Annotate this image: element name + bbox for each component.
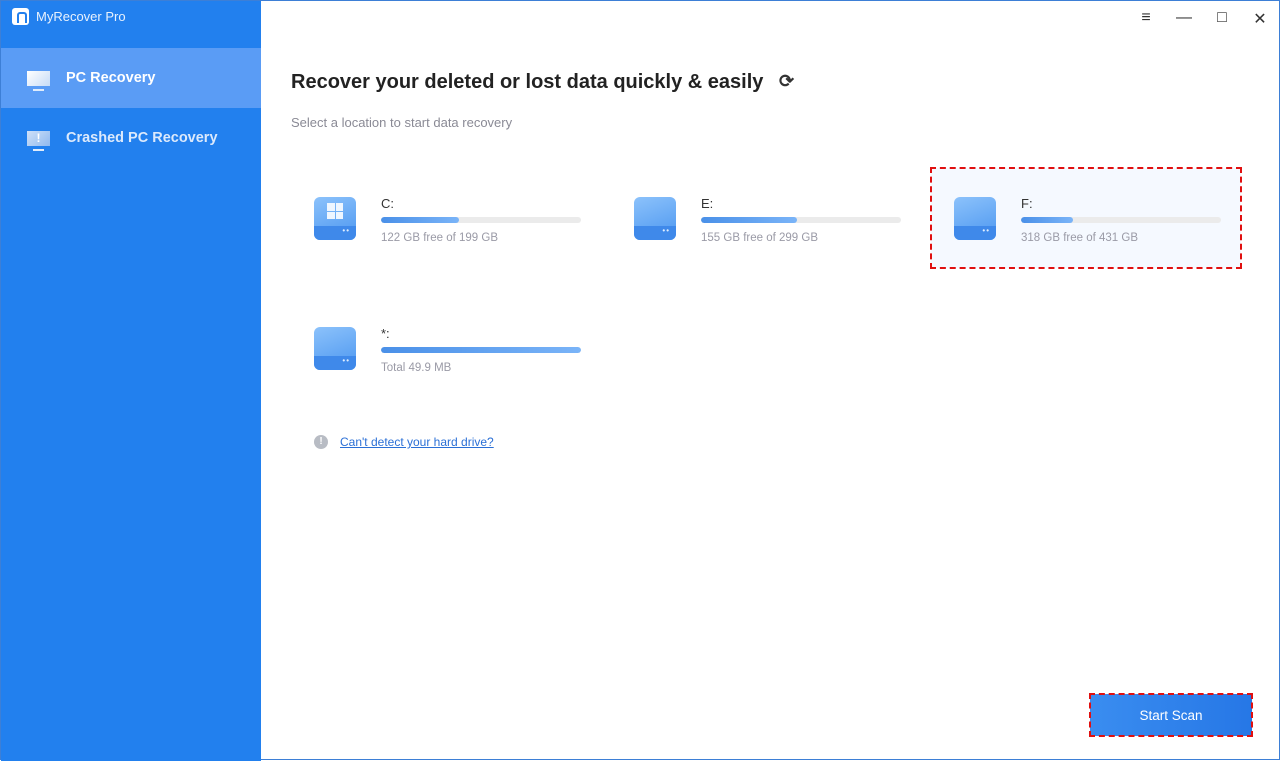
drive-name: *: bbox=[381, 326, 390, 341]
drive-info: Total 49.9 MB bbox=[381, 362, 452, 374]
close-icon[interactable]: ✕ bbox=[1241, 9, 1279, 29]
sidebar-item-crashed-pc-recovery[interactable]: ! Crashed PC Recovery bbox=[1, 108, 261, 168]
sidebar: MyRecover Pro PC Recovery ! Crashed PC R… bbox=[1, 1, 261, 761]
drive-usage-bar bbox=[1021, 217, 1221, 223]
info-icon: ! bbox=[314, 435, 328, 449]
minimize-icon[interactable]: — bbox=[1165, 9, 1203, 29]
drive-usage-bar bbox=[381, 347, 581, 353]
drive-usage-fill bbox=[1021, 217, 1073, 223]
window-controls: ≡ — □ ✕ bbox=[1127, 9, 1279, 29]
help-row: ! Can't detect your hard drive? bbox=[314, 435, 494, 449]
drive-name: F: bbox=[1021, 196, 1033, 211]
app-title: MyRecover Pro bbox=[36, 9, 126, 24]
drive-e[interactable]: •• E: 155 GB free of 299 GB bbox=[611, 168, 921, 268]
drive-name: E: bbox=[701, 196, 714, 211]
drive-icon: •• bbox=[314, 327, 356, 370]
sidebar-item-label: PC Recovery bbox=[66, 70, 156, 86]
sidebar-item-label: Crashed PC Recovery bbox=[66, 130, 218, 146]
start-scan-button[interactable]: Start Scan bbox=[1089, 693, 1253, 737]
drive-usage-bar bbox=[701, 217, 901, 223]
drive-f[interactable]: •• F: 318 GB free of 431 GB bbox=[930, 167, 1242, 269]
monitor-warning-icon: ! bbox=[27, 130, 50, 151]
drive-info: 122 GB free of 199 GB bbox=[381, 232, 498, 244]
drive-icon: •• bbox=[954, 197, 996, 240]
app-logo-icon bbox=[12, 8, 29, 25]
drive-icon: •• bbox=[634, 197, 676, 240]
cant-detect-drive-link[interactable]: Can't detect your hard drive? bbox=[340, 435, 494, 449]
drive-c[interactable]: •• C: 122 GB free of 199 GB bbox=[291, 168, 601, 268]
drive-usage-bar bbox=[381, 217, 581, 223]
monitor-icon bbox=[27, 70, 50, 91]
page-subtitle: Select a location to start data recovery bbox=[291, 115, 513, 130]
drive-usage-fill bbox=[701, 217, 797, 223]
drive-usage-fill bbox=[381, 347, 581, 353]
maximize-icon[interactable]: □ bbox=[1203, 9, 1241, 29]
drive-name: C: bbox=[381, 196, 394, 211]
sidebar-item-pc-recovery[interactable]: PC Recovery bbox=[1, 48, 261, 108]
page-title: Recover your deleted or lost data quickl… bbox=[291, 71, 764, 93]
windows-drive-icon: •• bbox=[314, 197, 356, 240]
app-brand: MyRecover Pro bbox=[12, 8, 126, 25]
menu-icon[interactable]: ≡ bbox=[1127, 9, 1165, 29]
drive-info: 318 GB free of 431 GB bbox=[1021, 232, 1138, 244]
drive-usage-fill bbox=[381, 217, 459, 223]
refresh-icon[interactable]: ⟳ bbox=[779, 71, 794, 92]
drive-star[interactable]: •• *: Total 49.9 MB bbox=[291, 298, 601, 398]
drive-info: 155 GB free of 299 GB bbox=[701, 232, 818, 244]
